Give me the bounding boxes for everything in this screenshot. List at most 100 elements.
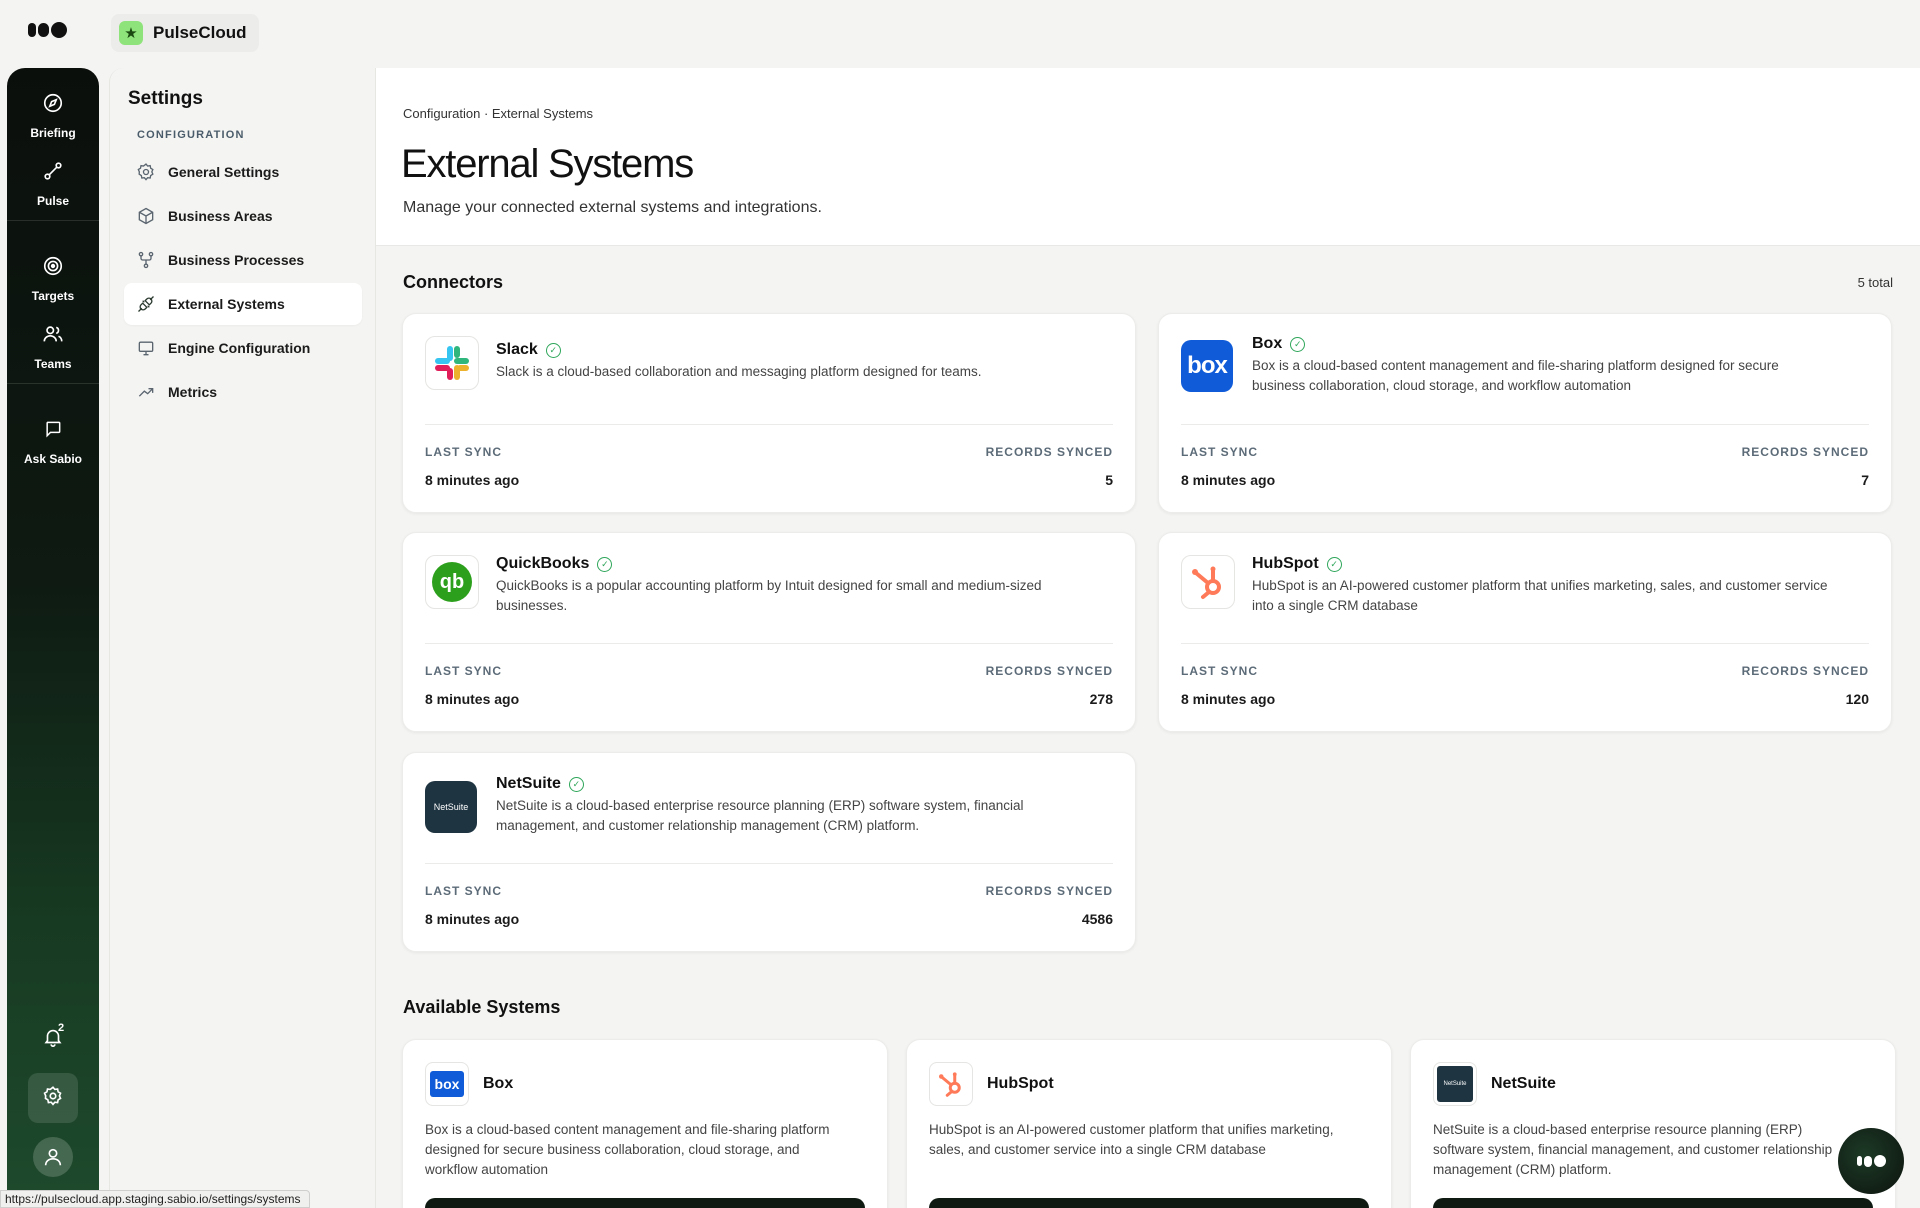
available-card-netsuite[interactable]: NetSuite NetSuite NetSuite is a cloud-ba…: [1410, 1039, 1896, 1208]
connector-name-text: QuickBooks: [496, 555, 590, 572]
nav-item-label: Engine Configuration: [168, 340, 311, 356]
connector-description: Box is a cloud-based content management …: [1252, 358, 1779, 393]
nav-item-business-areas[interactable]: Business Areas: [124, 195, 362, 237]
divider: [425, 863, 1113, 864]
connect-button[interactable]: [1433, 1198, 1873, 1208]
quickbooks-logo-icon: qb: [425, 555, 479, 609]
rail-item-targets[interactable]: Targets: [7, 251, 99, 303]
page-title: External Systems: [401, 142, 694, 186]
page-header: Configuration · External Systems Externa…: [376, 68, 1920, 246]
nav-item-business-processes[interactable]: Business Processes: [124, 239, 362, 281]
rail-label: Briefing: [30, 126, 76, 140]
chat-icon: [38, 414, 68, 444]
rail-item-pulse[interactable]: Pulse: [7, 156, 99, 208]
nav-item-label: Business Processes: [168, 252, 305, 268]
nav-item-label: Metrics: [168, 384, 218, 400]
connector-name-text: Slack: [496, 341, 538, 358]
monitor-icon: [136, 338, 156, 358]
box-logo-icon: box: [1181, 340, 1233, 392]
connector-name: QuickBooks ✓: [496, 555, 613, 573]
rail-item-ask-sabio[interactable]: Ask Sabio: [7, 414, 99, 466]
records-synced-value: 7: [1861, 472, 1869, 488]
connector-name: HubSpot ✓: [1252, 555, 1342, 573]
connector-card-hubspot[interactable]: HubSpot ✓ HubSpot is an AI-powered custo…: [1158, 532, 1892, 732]
available-name: HubSpot: [987, 1075, 1054, 1092]
last-sync-value: 8 minutes ago: [425, 691, 520, 707]
available-name: Box: [483, 1075, 514, 1092]
connect-button[interactable]: [929, 1198, 1369, 1208]
trend-icon: [136, 382, 156, 402]
settings-button[interactable]: [28, 1073, 78, 1123]
available-description: Box is a cloud-based content management …: [425, 1122, 830, 1177]
last-sync-value: 8 minutes ago: [1181, 472, 1276, 488]
nav-item-external-systems[interactable]: External Systems: [124, 283, 362, 325]
main-content: Configuration · External Systems Externa…: [375, 68, 1920, 1208]
records-synced-value: 4586: [1081, 911, 1113, 927]
connector-name: NetSuite ✓: [496, 775, 584, 793]
plug-icon: [136, 294, 156, 314]
main-rail: Briefing Pulse Targets Teams Ask Sabio: [7, 68, 99, 1208]
nav-item-label: External Systems: [168, 296, 285, 312]
last-sync-label: LAST SYNC: [425, 664, 503, 678]
check-circle-icon: ✓: [597, 556, 613, 572]
connector-card-box[interactable]: box Box ✓ Box is a cloud-based content m…: [1158, 313, 1892, 513]
hubspot-logo-icon: [929, 1062, 973, 1106]
netsuite-logo-icon: NetSuite: [1433, 1062, 1477, 1106]
nav-item-engine-configuration[interactable]: Engine Configuration: [124, 327, 362, 369]
org-name: PulseCloud: [153, 23, 247, 42]
netsuite-logo-text: NetSuite: [1437, 1066, 1473, 1102]
connector-name-text: NetSuite: [496, 775, 561, 792]
divider: [425, 643, 1113, 644]
check-circle-icon: ✓: [568, 776, 584, 792]
rail-divider: [7, 220, 99, 221]
connector-description: NetSuite is a cloud-based enterprise res…: [496, 798, 1024, 833]
available-card-box[interactable]: box Box Box is a cloud-based content man…: [402, 1039, 888, 1208]
records-synced-label: RECORDS SYNCED: [985, 884, 1113, 898]
nav-item-metrics[interactable]: Metrics: [124, 371, 362, 413]
notifications-button[interactable]: [28, 1014, 78, 1064]
org-switcher[interactable]: ★ PulseCloud: [111, 14, 259, 52]
divider: [1181, 643, 1869, 644]
hubspot-logo-icon: [1181, 555, 1235, 609]
nav-item-label: Business Areas: [168, 208, 273, 224]
last-sync-label: LAST SYNC: [425, 884, 503, 898]
connector-card-slack[interactable]: Slack ✓ Slack is a cloud-based collabora…: [402, 313, 1136, 513]
available-description: HubSpot is an AI-powered customer platfo…: [929, 1122, 1334, 1157]
rail-label: Pulse: [36, 194, 69, 208]
divider: [425, 424, 1113, 425]
records-synced-label: RECORDS SYNCED: [1741, 664, 1869, 678]
settings-sidebar: Settings CONFIGURATION General Settings …: [109, 68, 375, 1208]
connector-description: Slack is a cloud-based collaboration and…: [496, 364, 982, 379]
avatar: [33, 1137, 73, 1177]
rail-label: Ask Sabio: [23, 452, 83, 466]
connector-name-text: Box: [1252, 335, 1283, 352]
breadcrumb: Configuration · External Systems: [403, 106, 594, 121]
connector-card-netsuite[interactable]: NetSuite NetSuite ✓ NetSuite is a cloud-…: [402, 752, 1136, 952]
check-circle-icon: ✓: [1290, 336, 1306, 352]
connector-description: HubSpot is an AI-powered customer platfo…: [1252, 578, 1828, 613]
connect-button[interactable]: [425, 1198, 865, 1208]
rail-item-teams[interactable]: Teams: [7, 319, 99, 371]
available-card-hubspot[interactable]: HubSpot HubSpot is an AI-powered custome…: [906, 1039, 1392, 1208]
nav-item-label: General Settings: [168, 164, 280, 180]
section-label: CONFIGURATION: [137, 129, 245, 141]
records-synced-value: 278: [1089, 691, 1113, 707]
check-circle-icon: ✓: [545, 342, 561, 358]
netsuite-logo-text: NetSuite: [433, 802, 469, 812]
box-logo-text: box: [430, 1071, 464, 1097]
nav-item-general-settings[interactable]: General Settings: [124, 151, 362, 193]
records-synced-label: RECORDS SYNCED: [1741, 445, 1869, 459]
profile-button[interactable]: [28, 1132, 78, 1182]
check-circle-icon: ✓: [1326, 556, 1342, 572]
divider: [1181, 424, 1869, 425]
users-icon: [38, 319, 68, 349]
connector-description: QuickBooks is a popular accounting platf…: [496, 578, 1042, 613]
sabio-logo[interactable]: [28, 22, 67, 38]
gear-icon: [136, 162, 156, 182]
rail-item-briefing[interactable]: Briefing: [7, 88, 99, 140]
rail-divider: [7, 383, 99, 384]
assistant-fab[interactable]: [1838, 1128, 1904, 1194]
settings-title: Settings: [128, 88, 203, 109]
connector-card-quickbooks[interactable]: qb QuickBooks ✓ QuickBooks is a popular …: [402, 532, 1136, 732]
connector-name: Box ✓: [1252, 335, 1306, 353]
